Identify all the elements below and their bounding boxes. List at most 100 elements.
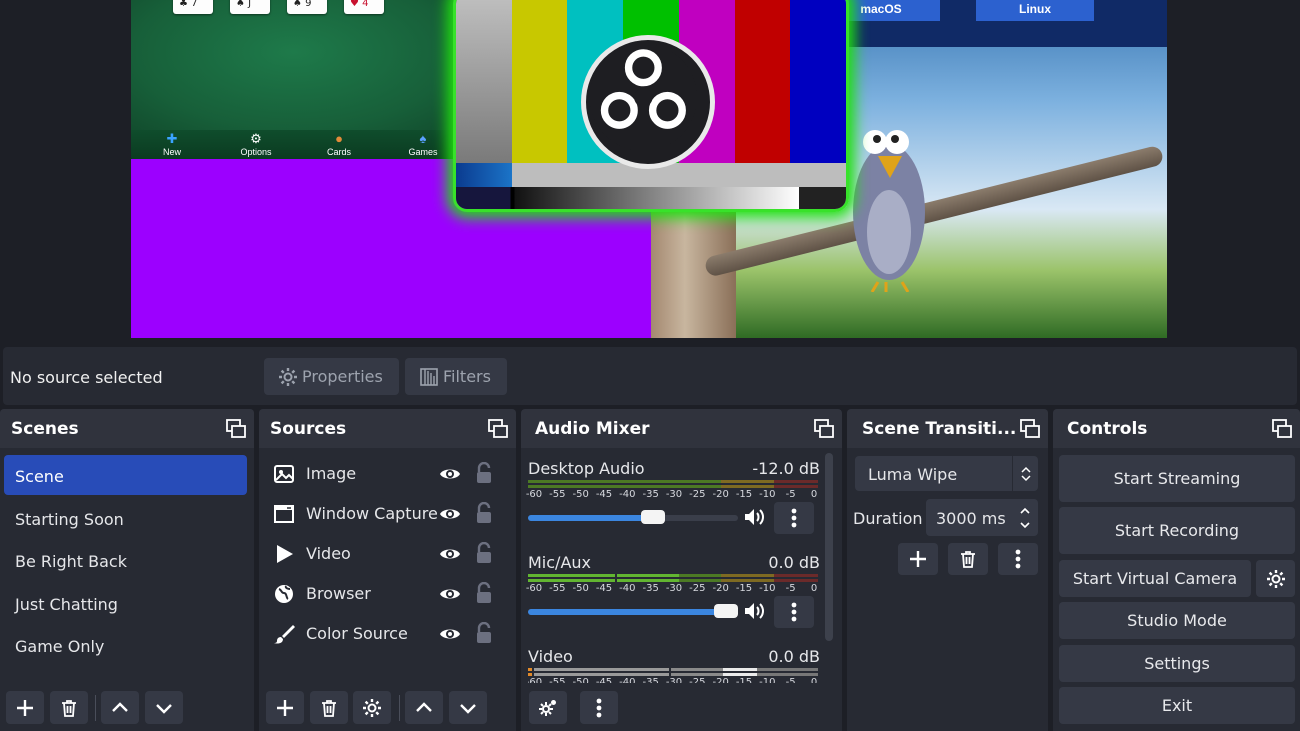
undock-icon[interactable] <box>488 419 508 439</box>
lock-icon[interactable] <box>474 462 494 484</box>
source-item-video[interactable]: Video <box>273 539 501 569</box>
filters-button[interactable]: Filters <box>405 358 507 395</box>
solitaire-options: ⚙ Options <box>226 131 286 157</box>
eye-icon[interactable] <box>439 463 461 485</box>
slider-knob[interactable] <box>714 604 738 618</box>
db-tick-label: -5 <box>785 489 796 500</box>
db-tick-label: -20 <box>712 583 729 594</box>
controls-header: Controls <box>1053 409 1300 448</box>
move-scene-down-button[interactable] <box>145 691 183 724</box>
settings-button[interactable]: Settings <box>1059 645 1295 682</box>
add-source-button[interactable] <box>266 691 304 724</box>
exit-label: Exit <box>1161 696 1193 715</box>
play-icon <box>277 545 293 563</box>
remove-transition-button[interactable] <box>948 543 988 575</box>
exit-button[interactable]: Exit <box>1059 687 1295 724</box>
undock-icon[interactable] <box>226 419 246 439</box>
channel-menu-button[interactable] <box>774 502 814 534</box>
db-tick-label: -55 <box>549 583 566 594</box>
speaker-icon[interactable] <box>743 600 765 622</box>
db-tick-label: -35 <box>642 677 659 683</box>
move-scene-up-button[interactable] <box>101 691 139 724</box>
source-label: Video <box>306 544 351 563</box>
channel-name: Desktop Audio <box>528 459 645 478</box>
db-tick-label: -15 <box>735 489 753 500</box>
solitaire-cards: ● Cards <box>309 131 369 157</box>
controls-dock: Controls Start Streaming Start Recording… <box>1053 409 1300 731</box>
virtual-camera-settings-button[interactable] <box>1256 560 1295 597</box>
scene-item[interactable]: Starting Soon <box>4 498 247 538</box>
card: ♥ 4 <box>344 0 384 14</box>
select-arrows-icon <box>1012 456 1038 491</box>
lock-icon[interactable] <box>474 542 494 564</box>
filters-label: Filters <box>443 367 491 386</box>
properties-button[interactable]: Properties <box>264 358 399 395</box>
db-tick-label: -35 <box>642 583 659 594</box>
kebab-icon <box>596 698 602 717</box>
undock-icon[interactable] <box>1020 419 1040 439</box>
eye-icon[interactable] <box>439 583 461 605</box>
volume-slider[interactable] <box>528 604 738 618</box>
gear-icon: ⚙ <box>250 131 262 146</box>
transition-value: Luma Wipe <box>868 465 958 484</box>
source-item-window-capture[interactable]: Window Capture <box>273 499 501 529</box>
start-streaming-button[interactable]: Start Streaming <box>1059 455 1295 502</box>
db-tick-label: -15 <box>735 583 753 594</box>
properties-label: Properties <box>302 367 383 386</box>
volume-slider[interactable] <box>528 510 738 524</box>
trash-icon <box>322 699 336 717</box>
mixer-scrollbar[interactable] <box>825 453 833 641</box>
speaker-icon[interactable] <box>743 506 765 528</box>
studio-mode-button[interactable]: Studio Mode <box>1059 602 1295 639</box>
lock-icon[interactable] <box>474 622 494 644</box>
source-item-browser[interactable]: Browser <box>273 579 501 609</box>
eye-icon[interactable] <box>439 543 461 565</box>
spin-arrows-icon[interactable] <box>1012 499 1038 536</box>
site-tab-linux: Linux <box>976 0 1094 21</box>
lock-icon[interactable] <box>474 582 494 604</box>
scene-item[interactable]: Be Right Back <box>4 540 247 580</box>
eye-icon[interactable] <box>439 623 461 645</box>
move-source-down-button[interactable] <box>449 691 487 724</box>
undock-icon[interactable] <box>814 419 834 439</box>
mixer-menu-button[interactable] <box>580 691 618 724</box>
transition-select[interactable]: Luma Wipe <box>855 456 1038 491</box>
preview-canvas[interactable]: macOS Linux ♣ 7 ♠ J ♠ 9 ♥ 4 ✚ New ⚙ Option… <box>131 0 1167 338</box>
db-scale: -60-55-50-45-40-35-30-25-20-15-10-50 <box>528 677 818 683</box>
slider-knob[interactable] <box>641 510 665 524</box>
db-tick-label: -45 <box>595 489 613 500</box>
duration-spinbox[interactable]: 3000 ms <box>926 499 1038 536</box>
db-tick-label: -10 <box>759 677 776 683</box>
plus-icon <box>17 699 33 716</box>
source-item-color-source[interactable]: Color Source <box>273 619 501 649</box>
audio-mixer-title: Audio Mixer <box>535 419 650 439</box>
start-streaming-label: Start Streaming <box>1113 469 1241 488</box>
start-virtual-camera-button[interactable]: Start Virtual Camera <box>1059 560 1251 597</box>
transition-menu-button[interactable] <box>998 543 1038 575</box>
remove-scene-button[interactable] <box>50 691 88 724</box>
channel-menu-button[interactable] <box>774 596 814 628</box>
db-tick-label: -40 <box>619 489 636 500</box>
browser-source-header: macOS Linux <box>821 0 1167 47</box>
remove-source-button[interactable] <box>310 691 348 724</box>
cards-icon: ● <box>335 131 343 146</box>
window-capture-icon <box>274 505 294 523</box>
duration-label: Duration <box>853 509 923 528</box>
scene-item[interactable]: Just Chatting <box>4 583 247 623</box>
eye-icon[interactable] <box>439 503 461 525</box>
start-recording-button[interactable]: Start Recording <box>1059 507 1295 554</box>
lock-icon[interactable] <box>474 502 494 524</box>
db-scale: -60-55-50-45-40-35-30-25-20-15-10-50 <box>526 583 818 597</box>
add-scene-button[interactable] <box>6 691 44 724</box>
chevron-down-icon <box>460 703 476 714</box>
scene-item[interactable]: Game Only <box>4 625 247 665</box>
mixer-settings-button[interactable] <box>529 691 567 724</box>
scene-item[interactable]: Scene <box>4 455 247 495</box>
source-properties-button[interactable] <box>353 691 391 724</box>
move-source-up-button[interactable] <box>405 691 443 724</box>
bird-image <box>853 130 925 292</box>
undock-icon[interactable] <box>1272 419 1292 439</box>
add-transition-button[interactable] <box>898 543 938 575</box>
source-label: Browser <box>306 584 371 603</box>
source-item-image[interactable]: Image <box>273 459 501 489</box>
